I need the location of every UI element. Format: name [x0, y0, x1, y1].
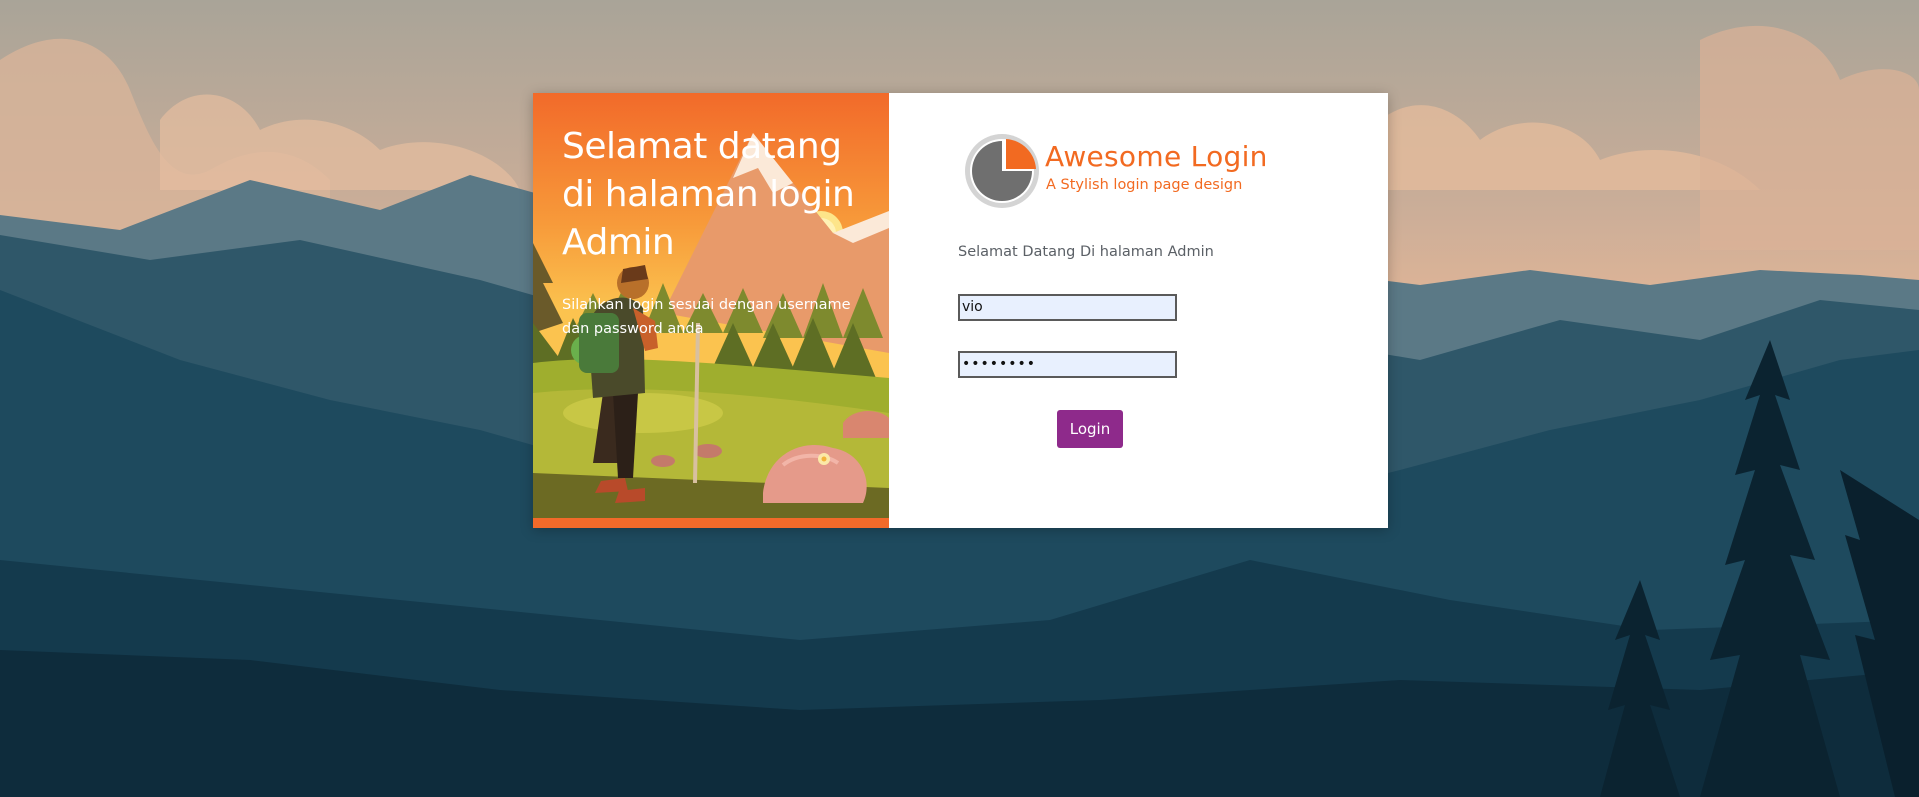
form-welcome-text: Selamat Datang Di halaman Admin	[958, 244, 1214, 260]
password-input[interactable]: ••••••••	[958, 351, 1177, 378]
welcome-subtitle: Silahkan login sesuai dengan username da…	[562, 297, 851, 337]
username-input[interactable]: vio	[958, 294, 1177, 321]
page-background: Selamat datang di halaman login Admin Si…	[0, 0, 1919, 797]
logo-circle-icon	[965, 134, 1039, 208]
welcome-text-block: Selamat datang di halaman login Admin Si…	[562, 123, 872, 341]
logo-tagline: A Stylish login page design	[1046, 177, 1243, 193]
logo-title: Awesome Login	[1045, 140, 1268, 173]
login-button[interactable]: Login	[1057, 410, 1123, 448]
login-form-panel: Awesome Login A Stylish login page desig…	[889, 93, 1388, 528]
illustration-panel: Selamat datang di halaman login Admin Si…	[533, 93, 889, 528]
welcome-heading: Selamat datang di halaman login Admin	[562, 126, 855, 263]
awesome-login-logo: Awesome Login A Stylish login page desig…	[962, 131, 1322, 211]
login-card: Selamat datang di halaman login Admin Si…	[533, 93, 1388, 528]
